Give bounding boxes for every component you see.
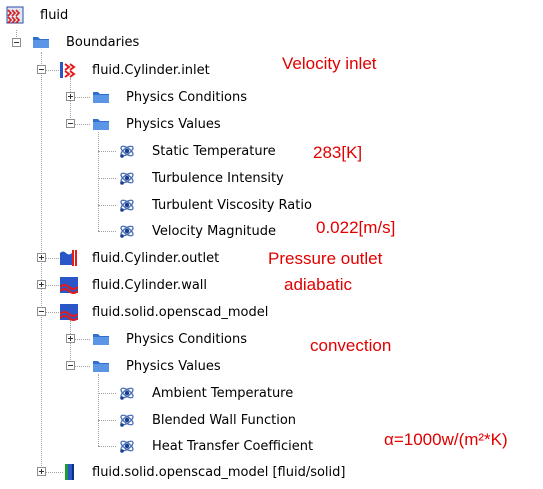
tree-node-velocity-magnitude[interactable]: Velocity Magnitude bbox=[118, 220, 276, 242]
tree-node-label: Physics Values bbox=[126, 358, 221, 374]
tree-node-label: fluid.Cylinder.wall bbox=[92, 277, 208, 293]
tree-node-label: fluid.solid.openscad_model [fluid/solid] bbox=[92, 464, 346, 480]
tree-node-label: fluid bbox=[40, 7, 69, 23]
tree-node-solid-physics-values[interactable]: Physics Values bbox=[92, 355, 221, 377]
tree-node-label: Static Temperature bbox=[152, 143, 276, 159]
wall-boundary-icon bbox=[60, 304, 78, 321]
expand-wall-toggle[interactable] bbox=[37, 280, 46, 289]
tree-node-label: Heat Transfer Coefficient bbox=[152, 438, 314, 454]
wall-boundary-icon bbox=[60, 277, 78, 294]
tree-node-solid-physics-conditions[interactable]: Physics Conditions bbox=[92, 328, 247, 350]
tree-node-blended-wall-function[interactable]: Blended Wall Function bbox=[118, 409, 296, 431]
region-icon bbox=[6, 6, 24, 24]
tree-node-wall[interactable]: fluid.Cylinder.wall bbox=[60, 274, 207, 296]
tree-node-ambient-temperature[interactable]: Ambient Temperature bbox=[118, 382, 293, 404]
physics-value-icon bbox=[118, 411, 136, 429]
annotation-convection: convection bbox=[310, 336, 392, 355]
outlet-boundary-icon bbox=[60, 250, 77, 266]
tree-node-inlet-physics-values[interactable]: Physics Values bbox=[92, 113, 221, 135]
physics-value-icon bbox=[118, 196, 136, 214]
tree-node-label: fluid.Cylinder.inlet bbox=[92, 62, 210, 78]
expand-solid-physics-conditions-toggle[interactable] bbox=[66, 334, 75, 343]
tree-node-inlet[interactable]: fluid.Cylinder.inlet bbox=[60, 59, 210, 81]
tree-node-inlet-physics-conditions[interactable]: Physics Conditions bbox=[92, 86, 247, 108]
collapse-inlet-physics-values-toggle[interactable] bbox=[66, 119, 75, 128]
physics-value-icon bbox=[118, 384, 136, 402]
collapse-solid-physics-values-toggle[interactable] bbox=[66, 361, 75, 370]
tree-node-solid-model[interactable]: fluid.solid.openscad_model bbox=[60, 301, 268, 323]
expand-interface-toggle[interactable] bbox=[37, 467, 46, 476]
tree-node-fluid[interactable]: fluid bbox=[6, 4, 68, 26]
annotation-htc: α=1000w/(m²*K) bbox=[384, 430, 508, 449]
expand-inlet-physics-conditions-toggle[interactable] bbox=[66, 92, 75, 101]
tree-node-label: fluid.solid.openscad_model bbox=[92, 304, 269, 320]
tree-node-label: Blended Wall Function bbox=[152, 412, 297, 428]
tree-node-label: Boundaries bbox=[66, 34, 140, 50]
annotation-pressure-outlet: Pressure outlet bbox=[268, 249, 383, 268]
folder-icon bbox=[92, 117, 110, 131]
tree-node-label: Physics Conditions bbox=[126, 89, 248, 105]
folder-icon bbox=[92, 90, 110, 104]
annotation-velocity-inlet: Velocity inlet bbox=[282, 54, 377, 73]
physics-value-icon bbox=[118, 222, 136, 240]
tree-node-label: Ambient Temperature bbox=[152, 385, 294, 401]
expand-outlet-toggle[interactable] bbox=[37, 253, 46, 262]
annotation-temperature: 283[K] bbox=[313, 143, 363, 162]
tree-node-interface[interactable]: fluid.solid.openscad_model [fluid/solid] bbox=[60, 461, 345, 483]
folder-icon bbox=[92, 332, 110, 346]
tree-node-static-temperature[interactable]: Static Temperature bbox=[118, 140, 276, 162]
annotation-adiabatic: adiabatic bbox=[284, 275, 353, 294]
folder-icon bbox=[92, 359, 110, 373]
physics-value-icon bbox=[118, 437, 136, 455]
tree-node-turbulence-intensity[interactable]: Turbulence Intensity bbox=[118, 167, 284, 189]
tree-node-label: Turbulent Viscosity Ratio bbox=[152, 197, 312, 213]
folder-icon bbox=[32, 35, 50, 49]
tree-node-outlet[interactable]: fluid.Cylinder.outlet bbox=[60, 247, 219, 269]
tree-node-label: fluid.Cylinder.outlet bbox=[92, 250, 220, 266]
interface-icon bbox=[65, 464, 74, 480]
tree-node-heat-transfer-coefficient[interactable]: Heat Transfer Coefficient bbox=[118, 435, 313, 457]
tree-node-label: Velocity Magnitude bbox=[152, 223, 277, 239]
tree-node-label: Physics Conditions bbox=[126, 331, 248, 347]
collapse-boundaries-toggle[interactable] bbox=[12, 38, 21, 47]
collapse-inlet-toggle[interactable] bbox=[37, 65, 46, 74]
collapse-solid-model-toggle[interactable] bbox=[37, 307, 46, 316]
annotation-velocity: 0.022[m/s] bbox=[316, 218, 396, 237]
tree-node-turbulent-viscosity-ratio[interactable]: Turbulent Viscosity Ratio bbox=[118, 194, 312, 216]
physics-value-icon bbox=[118, 142, 136, 160]
tree-node-label: Turbulence Intensity bbox=[152, 170, 284, 186]
tree-node-label: Physics Values bbox=[126, 116, 221, 132]
tree-node-boundaries[interactable]: Boundaries bbox=[32, 31, 139, 53]
inlet-boundary-icon bbox=[60, 62, 76, 78]
physics-value-icon bbox=[118, 169, 136, 187]
